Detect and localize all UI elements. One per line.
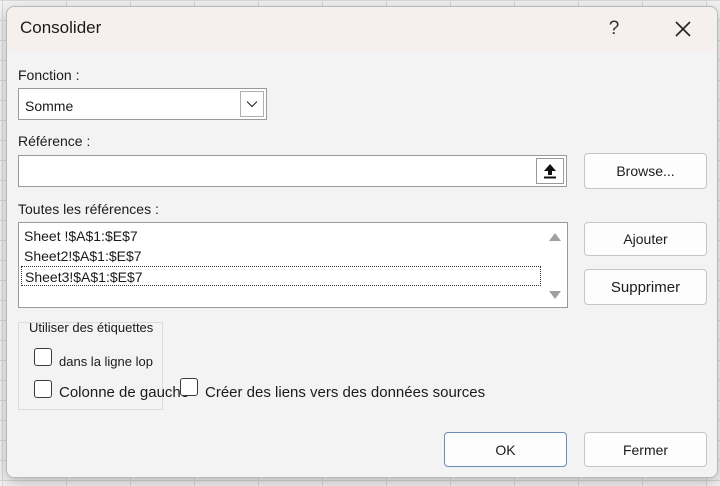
scroll-up-button[interactable]: [547, 231, 563, 243]
scroll-down-icon: [549, 291, 561, 299]
top-row-checkbox[interactable]: [34, 348, 52, 366]
function-selected-value: Somme: [25, 98, 74, 114]
function-select[interactable]: Somme: [18, 88, 267, 120]
list-item[interactable]: Sheet !$A$1:$E$7: [21, 226, 541, 246]
help-button[interactable]: ?: [592, 13, 636, 45]
consolidate-dialog: Consolider ? Fonction : Somme Référence …: [6, 6, 718, 478]
chevron-down-icon: [246, 101, 258, 108]
all-references-label: Toutes les références :: [18, 201, 159, 217]
browse-button[interactable]: Browse...: [584, 153, 707, 189]
function-dropdown-button[interactable]: [240, 91, 264, 117]
create-links-checkbox[interactable]: [180, 378, 198, 396]
upload-arrow-icon: [544, 164, 556, 179]
add-button-label: Ajouter: [623, 231, 668, 247]
dialog-title: Consolider: [20, 18, 102, 37]
top-row-label: dans la ligne lop: [59, 354, 153, 369]
close-icon: [675, 21, 691, 37]
reference-input[interactable]: [18, 155, 567, 187]
create-links-label: Créer des liens vers des données sources: [205, 384, 486, 401]
scroll-down-button[interactable]: [547, 289, 563, 301]
remove-button[interactable]: Supprimer: [584, 269, 707, 305]
remove-button-label: Supprimer: [610, 278, 681, 296]
add-button[interactable]: Ajouter: [584, 222, 707, 256]
close-button[interactable]: [661, 13, 705, 45]
all-references-list[interactable]: Sheet !$A$1:$E$7 Sheet2!$A$1:$E$7 Sheet3…: [18, 222, 568, 308]
list-item[interactable]: Sheet3!$A$1:$E$7: [21, 266, 541, 286]
title-bar: Consolider ?: [7, 7, 717, 51]
function-label: Fonction :: [18, 67, 80, 83]
help-icon: ?: [608, 18, 620, 39]
collapse-dialog-button[interactable]: [536, 158, 564, 184]
reference-label: Référence :: [18, 133, 91, 149]
list-item[interactable]: Sheet2!$A$1:$E$7: [21, 246, 541, 266]
scroll-up-icon: [549, 233, 561, 241]
left-column-checkbox[interactable]: [34, 380, 52, 398]
close-dialog-button[interactable]: Fermer: [584, 432, 707, 467]
browse-button-label: Browse...: [616, 163, 675, 179]
ok-button-label: OK: [495, 441, 516, 458]
ok-button[interactable]: OK: [444, 432, 567, 467]
close-button-label: Fermer: [622, 441, 669, 458]
left-column-label: Colonne de gauche: [59, 384, 190, 401]
labels-group-title: Utiliser des étiquettes: [29, 320, 154, 335]
